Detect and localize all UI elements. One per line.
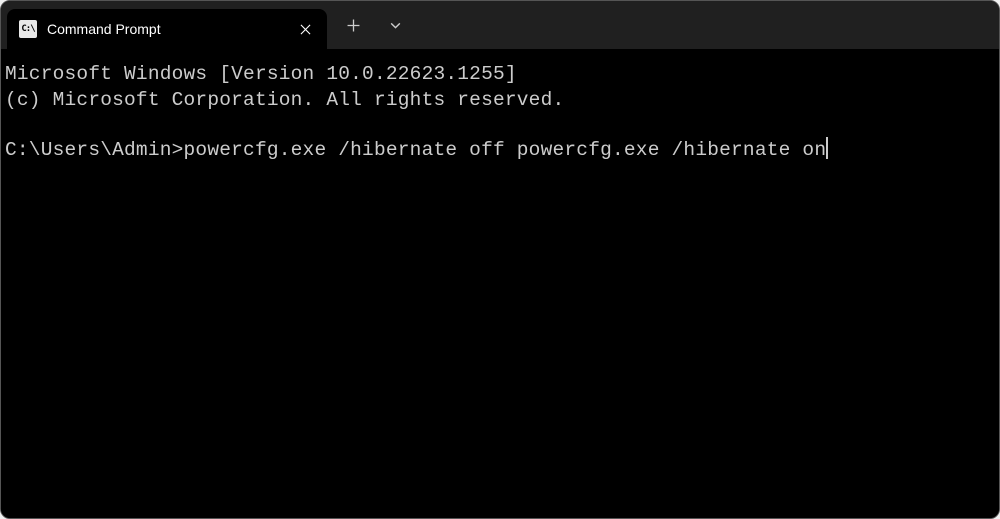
prompt-path: C:\Users\Admin> [5, 139, 184, 161]
tab-command-prompt[interactable]: C:\ Command Prompt [7, 9, 327, 49]
plus-icon [347, 19, 360, 32]
terminal-window: C:\ Command Prompt Micr [0, 0, 1000, 519]
copyright-line: (c) Microsoft Corporation. All rights re… [5, 89, 564, 111]
command-prompt-icon: C:\ [19, 20, 37, 38]
close-tab-button[interactable] [293, 17, 317, 41]
new-tab-button[interactable] [332, 7, 374, 43]
close-icon [300, 24, 311, 35]
terminal-output[interactable]: Microsoft Windows [Version 10.0.22623.12… [1, 49, 999, 518]
command-input-text: powercfg.exe /hibernate off powercfg.exe… [184, 139, 827, 161]
tabbar-actions [327, 1, 416, 49]
text-cursor [826, 137, 828, 159]
tab-dropdown-button[interactable] [374, 7, 416, 43]
version-line: Microsoft Windows [Version 10.0.22623.12… [5, 63, 517, 85]
chevron-down-icon [389, 19, 402, 32]
tab-title: Command Prompt [47, 21, 293, 37]
title-bar: C:\ Command Prompt [1, 1, 999, 49]
